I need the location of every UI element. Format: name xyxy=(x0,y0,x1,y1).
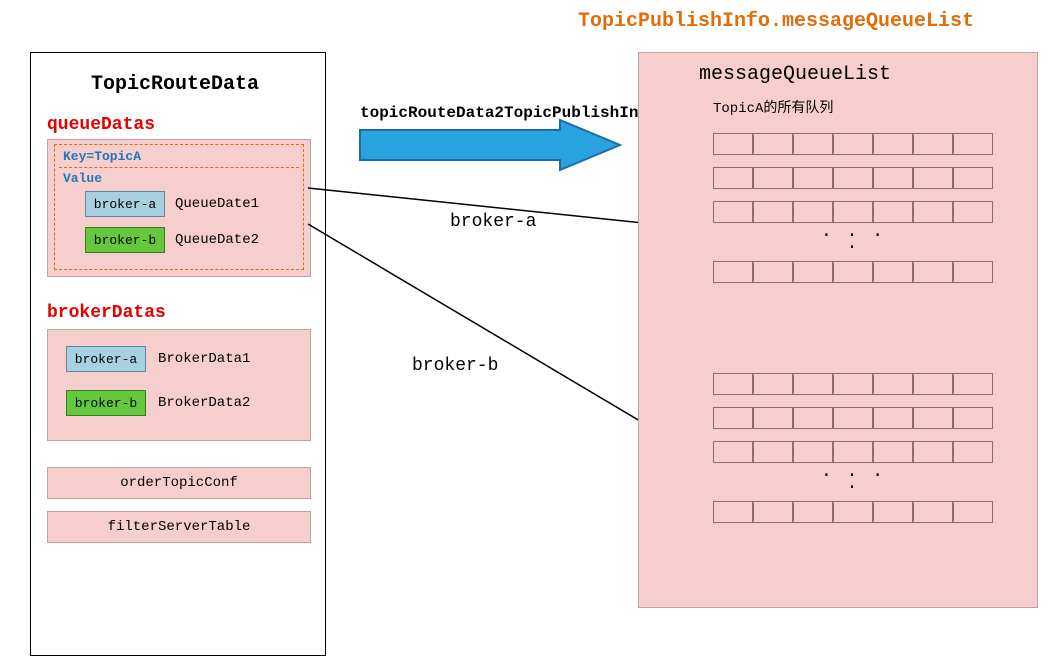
brokerdata-name-1: BrokerData2 xyxy=(158,395,250,411)
broker-chip-b-2: broker-b xyxy=(66,390,146,416)
queue-row xyxy=(713,167,993,189)
queuedata-name-1: QueueDate2 xyxy=(175,232,259,248)
ordertopicconf-box: orderTopicConf xyxy=(47,467,311,499)
queuedata-row-0: broker-a QueueDate1 xyxy=(85,191,259,217)
brokerdatas-box: broker-a BrokerData1 broker-b BrokerData… xyxy=(47,329,311,441)
queue-row xyxy=(713,373,993,395)
brokerdata-row-0: broker-a BrokerData1 xyxy=(66,346,250,372)
queuedata-name-0: QueueDate1 xyxy=(175,196,259,212)
brokerdata-row-1: broker-b BrokerData2 xyxy=(66,390,250,416)
queuedata-row-1: broker-b QueueDate2 xyxy=(85,227,259,253)
broker-chip-b: broker-b xyxy=(85,227,165,253)
topicroutedata-title: TopicRouteData xyxy=(91,73,259,96)
filterservertable-box: filterServerTable xyxy=(47,511,311,543)
queuedatas-box: Key=TopicA Value broker-a QueueDate1 bro… xyxy=(47,139,311,277)
queuedatas-key: Key=TopicA xyxy=(63,149,141,164)
queue-row xyxy=(713,501,993,523)
queue-group-b: · · · · xyxy=(713,373,993,523)
messagequeuelist-title: messageQueueList xyxy=(699,63,891,86)
messagequeuelist-box: messageQueueList TopicA的所有队列 · · · · xyxy=(638,52,1038,608)
queue-group-a: · · · · xyxy=(713,133,993,283)
queue-row xyxy=(713,407,993,429)
title-topicpublishinfo: TopicPublishInfo.messageQueueList xyxy=(578,10,974,33)
queue-cell xyxy=(713,133,753,155)
brokerdata-name-0: BrokerData1 xyxy=(158,351,250,367)
queue-row xyxy=(713,261,993,283)
queuedatas-label: queueDatas xyxy=(47,115,155,135)
messagequeuelist-subtitle: TopicA的所有队列 xyxy=(713,97,833,117)
dashed-divider xyxy=(59,167,299,168)
queuedatas-value-label: Value xyxy=(63,171,102,186)
queue-row xyxy=(713,441,993,463)
brokerdatas-label: brokerDatas xyxy=(47,303,166,323)
queue-row xyxy=(713,201,993,223)
topicroutedata-box: TopicRouteData queueDatas Key=TopicA Val… xyxy=(30,52,326,656)
queue-row xyxy=(713,133,993,155)
edge-label-broker-a: broker-a xyxy=(450,212,536,232)
broker-chip-a: broker-a xyxy=(85,191,165,217)
broker-chip-a-2: broker-a xyxy=(66,346,146,372)
transform-function-label: topicRouteData2TopicPublishInfo xyxy=(360,104,658,122)
queuedatas-dashed-inner: Key=TopicA Value broker-a QueueDate1 bro… xyxy=(54,144,304,270)
vertical-dots-icon: · xyxy=(713,245,993,251)
edge-label-broker-b: broker-b xyxy=(412,356,498,376)
vertical-dots-icon: · xyxy=(713,485,993,491)
blue-arrow-icon xyxy=(360,120,620,170)
